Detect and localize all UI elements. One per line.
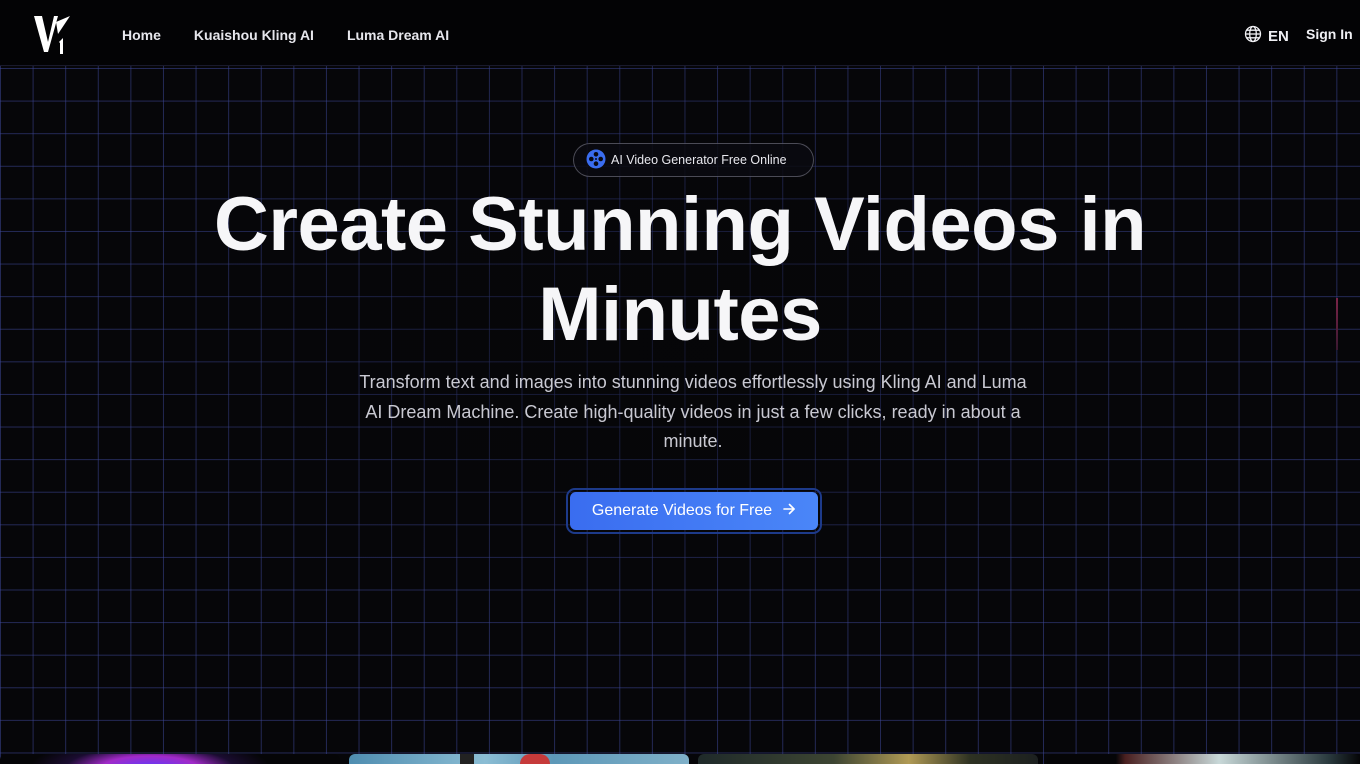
thumbnail-figure bbox=[520, 754, 550, 764]
generate-videos-button[interactable]: Generate Videos for Free bbox=[570, 492, 818, 530]
hero-title-line1: Create Stunning Videos in bbox=[213, 182, 1147, 267]
video-thumbnail[interactable] bbox=[698, 754, 1038, 764]
cta-outline: Generate Videos for Free bbox=[566, 488, 822, 534]
badge-text: AI Video Generator Free Online bbox=[611, 153, 787, 167]
video-thumbnail[interactable] bbox=[0, 754, 340, 764]
nav-kuaishou-kling-ai[interactable]: Kuaishou Kling AI bbox=[194, 27, 314, 43]
decorative-edge-line bbox=[1336, 298, 1338, 350]
v1-logo-icon[interactable] bbox=[32, 14, 72, 56]
video-thumbnail[interactable] bbox=[1047, 754, 1360, 764]
nav-home[interactable]: Home bbox=[122, 27, 161, 43]
language-label: EN bbox=[1268, 27, 1289, 45]
globe-icon bbox=[1244, 25, 1262, 47]
site-header: Home Kuaishou Kling AI Luma Dream AI EN … bbox=[0, 0, 1360, 66]
hero-title-line2: Minutes bbox=[538, 272, 822, 357]
video-thumbnail[interactable] bbox=[349, 754, 689, 764]
cta-label: Generate Videos for Free bbox=[591, 502, 773, 519]
film-reel-icon bbox=[586, 149, 606, 172]
arrow-right-icon bbox=[782, 502, 796, 521]
hero-subtitle: Transform text and images into stunning … bbox=[359, 372, 1027, 451]
language-selector[interactable]: EN bbox=[1244, 25, 1289, 47]
hero-title: Create Stunning Videos in Minutes bbox=[0, 180, 1360, 360]
nav-luma-dream-ai[interactable]: Luma Dream AI bbox=[347, 27, 449, 43]
main-nav: Home Kuaishou Kling AI Luma Dream AI bbox=[122, 0, 449, 70]
hero-badge: AI Video Generator Free Online bbox=[573, 143, 814, 177]
sign-in-link[interactable]: Sign In bbox=[1306, 26, 1353, 42]
thumbnail-figure bbox=[460, 754, 474, 764]
